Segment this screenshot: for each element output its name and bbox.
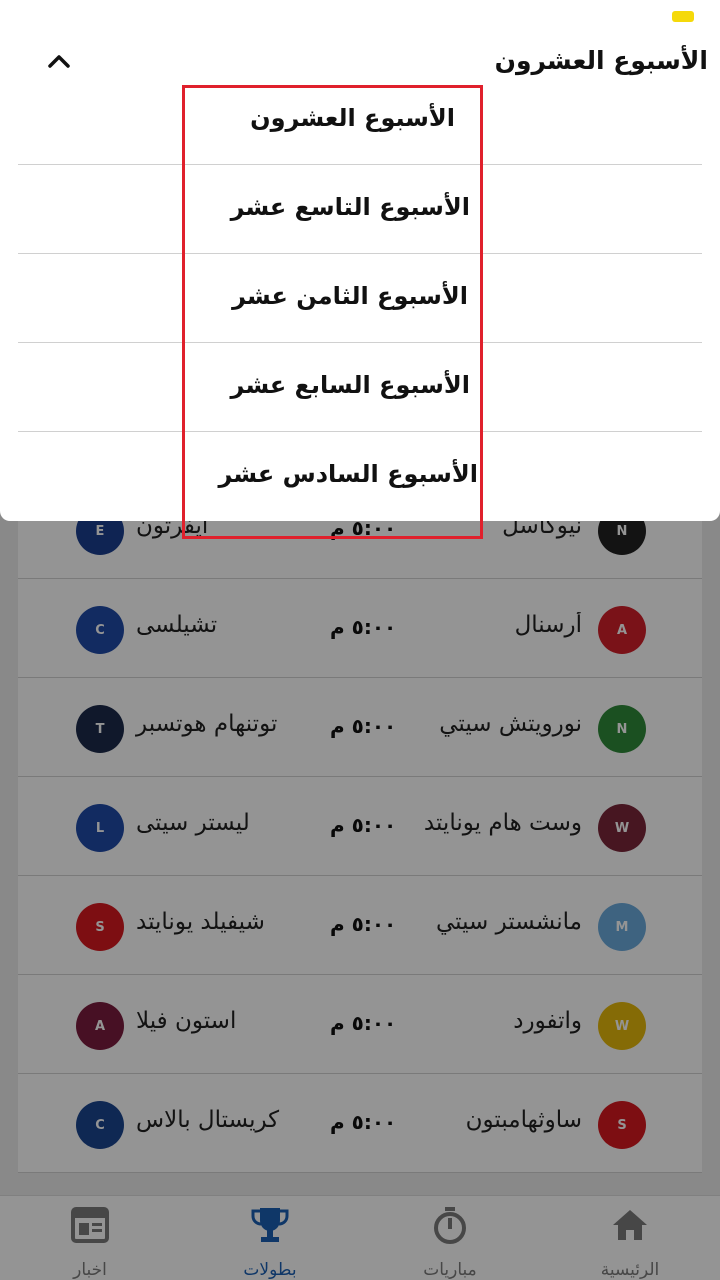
week-dropdown-sheet: الأسبوع العشرون الأسبوع العشرون الأسبوع …	[0, 0, 720, 521]
week-option-label: الأسبوع التاسع عشر	[230, 193, 470, 221]
week-option[interactable]: الأسبوع الثامن عشر	[18, 254, 702, 343]
week-option-label: الأسبوع الثامن عشر	[232, 282, 468, 310]
selected-week-label: الأسبوع العشرون	[494, 46, 708, 75]
week-option-label: الأسبوع العشرون	[250, 104, 455, 132]
status-indicator	[672, 11, 694, 22]
week-option[interactable]: الأسبوع السابع عشر	[18, 343, 702, 432]
chevron-up-icon[interactable]	[44, 48, 74, 74]
week-option-list: الأسبوع العشرون الأسبوع التاسع عشر الأسب…	[18, 76, 702, 521]
week-option[interactable]: الأسبوع العشرون	[18, 76, 702, 165]
week-option-label: الأسبوع السابع عشر	[230, 371, 470, 399]
week-option-label: الأسبوع السادس عشر	[218, 460, 479, 488]
week-option[interactable]: الأسبوع السادس عشر	[18, 432, 702, 521]
week-option[interactable]: الأسبوع التاسع عشر	[18, 165, 702, 254]
